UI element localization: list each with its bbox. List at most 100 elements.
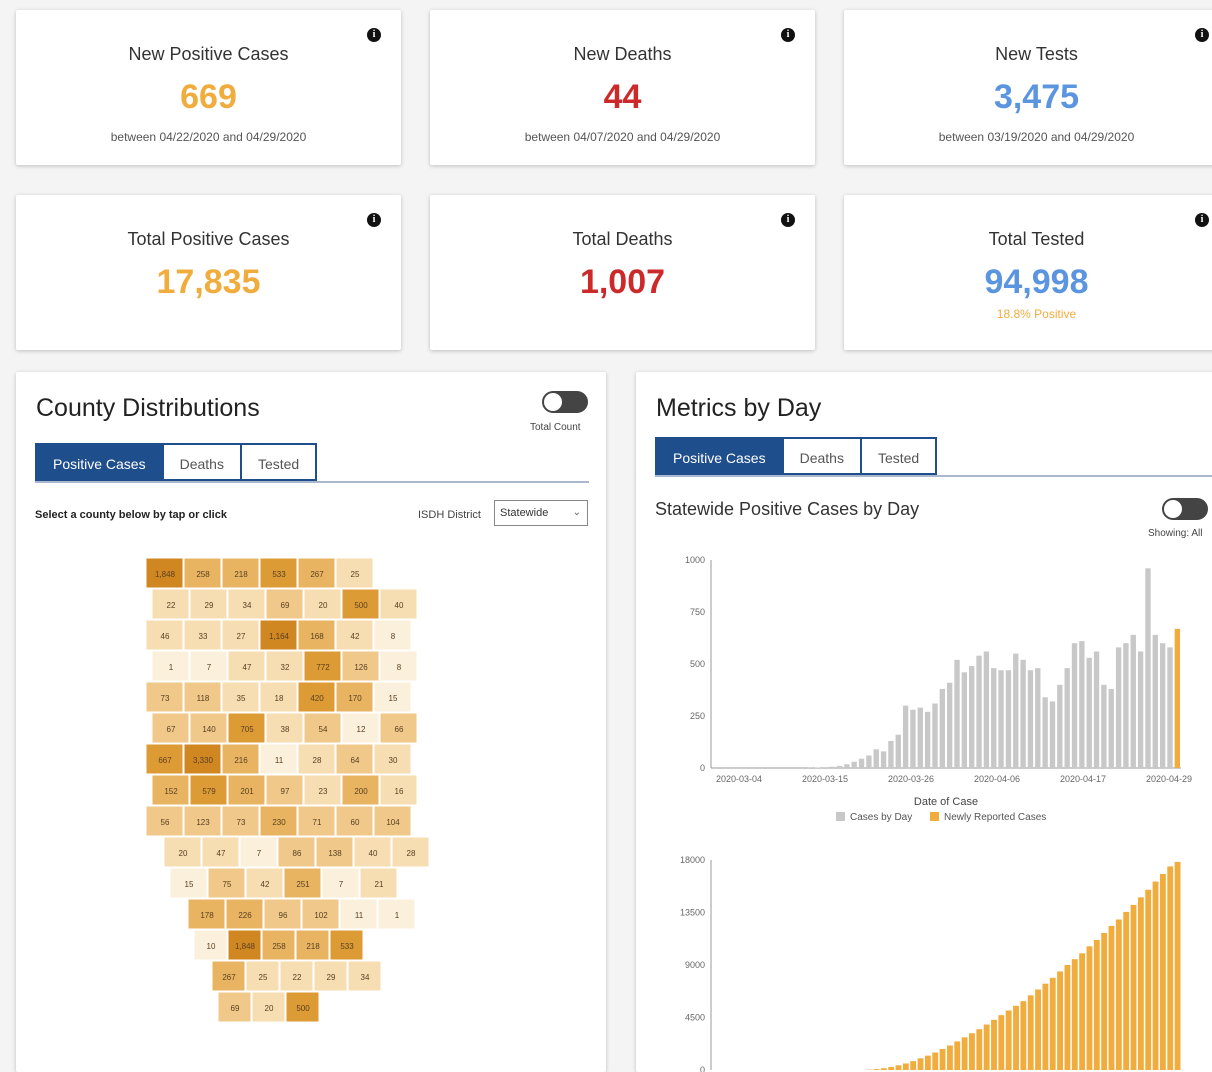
bar[interactable]	[954, 1041, 960, 1070]
bar[interactable]	[903, 706, 908, 768]
bar[interactable]	[1028, 670, 1033, 768]
bar[interactable]	[998, 670, 1003, 768]
bar[interactable]	[874, 749, 879, 768]
bar[interactable]	[1042, 984, 1048, 1070]
showing-all-toggle[interactable]	[1162, 498, 1208, 520]
bar[interactable]	[1160, 874, 1166, 1070]
bar[interactable]	[1138, 652, 1143, 768]
bar[interactable]	[1065, 668, 1070, 768]
bar[interactable]	[1035, 990, 1041, 1071]
bar[interactable]	[881, 1068, 887, 1070]
bar[interactable]	[1145, 568, 1150, 768]
info-icon[interactable]: i	[1195, 28, 1209, 42]
bar[interactable]	[1050, 978, 1056, 1070]
bar[interactable]	[954, 660, 959, 768]
bar[interactable]	[1175, 629, 1180, 768]
bar[interactable]	[918, 708, 923, 768]
bar[interactable]	[962, 1037, 968, 1070]
bar[interactable]	[947, 1046, 953, 1071]
bar[interactable]	[1167, 866, 1173, 1070]
bar[interactable]	[969, 1033, 975, 1070]
bar[interactable]	[976, 656, 981, 768]
bar[interactable]	[1072, 959, 1078, 1070]
bar[interactable]	[1006, 1011, 1012, 1071]
bar[interactable]	[1131, 905, 1137, 1070]
bar[interactable]	[991, 1020, 997, 1070]
bar[interactable]	[925, 712, 930, 768]
bar[interactable]	[1057, 685, 1062, 768]
tab-positive-cases[interactable]: Positive Cases	[35, 443, 164, 481]
bar[interactable]	[830, 767, 835, 768]
bar[interactable]	[1035, 668, 1040, 768]
bar[interactable]	[1050, 701, 1055, 768]
tab-positive-cases[interactable]: Positive Cases	[655, 437, 784, 475]
bar[interactable]	[888, 1067, 894, 1070]
bar[interactable]	[874, 1069, 880, 1070]
bar[interactable]	[852, 762, 857, 768]
bar[interactable]	[1123, 912, 1129, 1070]
bar[interactable]	[1109, 689, 1114, 768]
bar[interactable]	[969, 666, 974, 768]
bar[interactable]	[1145, 890, 1151, 1070]
bar[interactable]	[1167, 647, 1172, 768]
bar[interactable]	[925, 1056, 931, 1070]
bar[interactable]	[1065, 965, 1071, 1070]
bar[interactable]	[1094, 940, 1100, 1070]
bar[interactable]	[1006, 670, 1011, 768]
bar[interactable]	[910, 710, 915, 768]
info-icon[interactable]: i	[781, 28, 795, 42]
bar[interactable]	[918, 1058, 924, 1070]
bar[interactable]	[1101, 933, 1107, 1070]
bar[interactable]	[1013, 654, 1018, 768]
bar[interactable]	[859, 759, 864, 768]
tab-tested[interactable]: Tested	[860, 437, 937, 475]
bar[interactable]	[837, 766, 842, 768]
bar[interactable]	[1109, 926, 1115, 1070]
bar[interactable]	[903, 1063, 909, 1070]
bar[interactable]	[1116, 920, 1122, 1071]
bar[interactable]	[888, 741, 893, 768]
bar[interactable]	[881, 751, 886, 768]
bar[interactable]	[1079, 641, 1084, 768]
bar[interactable]	[984, 652, 989, 768]
bar[interactable]	[932, 1053, 938, 1071]
bar[interactable]	[822, 767, 827, 768]
bar[interactable]	[1028, 995, 1034, 1070]
tab-tested[interactable]: Tested	[240, 443, 317, 481]
bar[interactable]	[1042, 697, 1047, 768]
bar[interactable]	[1020, 660, 1025, 768]
bar[interactable]	[1087, 946, 1093, 1070]
bar[interactable]	[910, 1061, 916, 1070]
bar[interactable]	[1175, 862, 1181, 1070]
bar[interactable]	[998, 1015, 1004, 1070]
bar[interactable]	[1153, 882, 1159, 1070]
bar[interactable]	[940, 1049, 946, 1070]
bar[interactable]	[1131, 635, 1136, 768]
bar[interactable]	[1079, 953, 1085, 1070]
bar[interactable]	[1160, 643, 1165, 768]
total-count-toggle[interactable]	[542, 391, 588, 413]
bar[interactable]	[1116, 647, 1121, 768]
info-icon[interactable]: i	[367, 28, 381, 42]
info-icon[interactable]: i	[781, 213, 795, 227]
bar[interactable]	[1020, 1001, 1026, 1070]
bar[interactable]	[991, 668, 996, 768]
bar[interactable]	[866, 756, 871, 768]
bar[interactable]	[1094, 652, 1099, 768]
bar[interactable]	[1013, 1006, 1019, 1070]
bar[interactable]	[896, 1065, 902, 1070]
bar[interactable]	[844, 764, 849, 768]
info-icon[interactable]: i	[1195, 213, 1209, 227]
bar[interactable]	[1101, 685, 1106, 768]
bar[interactable]	[1153, 635, 1158, 768]
bar[interactable]	[932, 704, 937, 768]
bar[interactable]	[947, 683, 952, 768]
info-icon[interactable]: i	[367, 213, 381, 227]
bar[interactable]	[1123, 643, 1128, 768]
tab-deaths[interactable]: Deaths	[162, 443, 242, 481]
district-select[interactable]: Statewide ⌄	[494, 500, 588, 526]
bar[interactable]	[1087, 658, 1092, 768]
bar[interactable]	[896, 735, 901, 768]
bar[interactable]	[984, 1025, 990, 1071]
bar[interactable]	[1057, 971, 1063, 1070]
